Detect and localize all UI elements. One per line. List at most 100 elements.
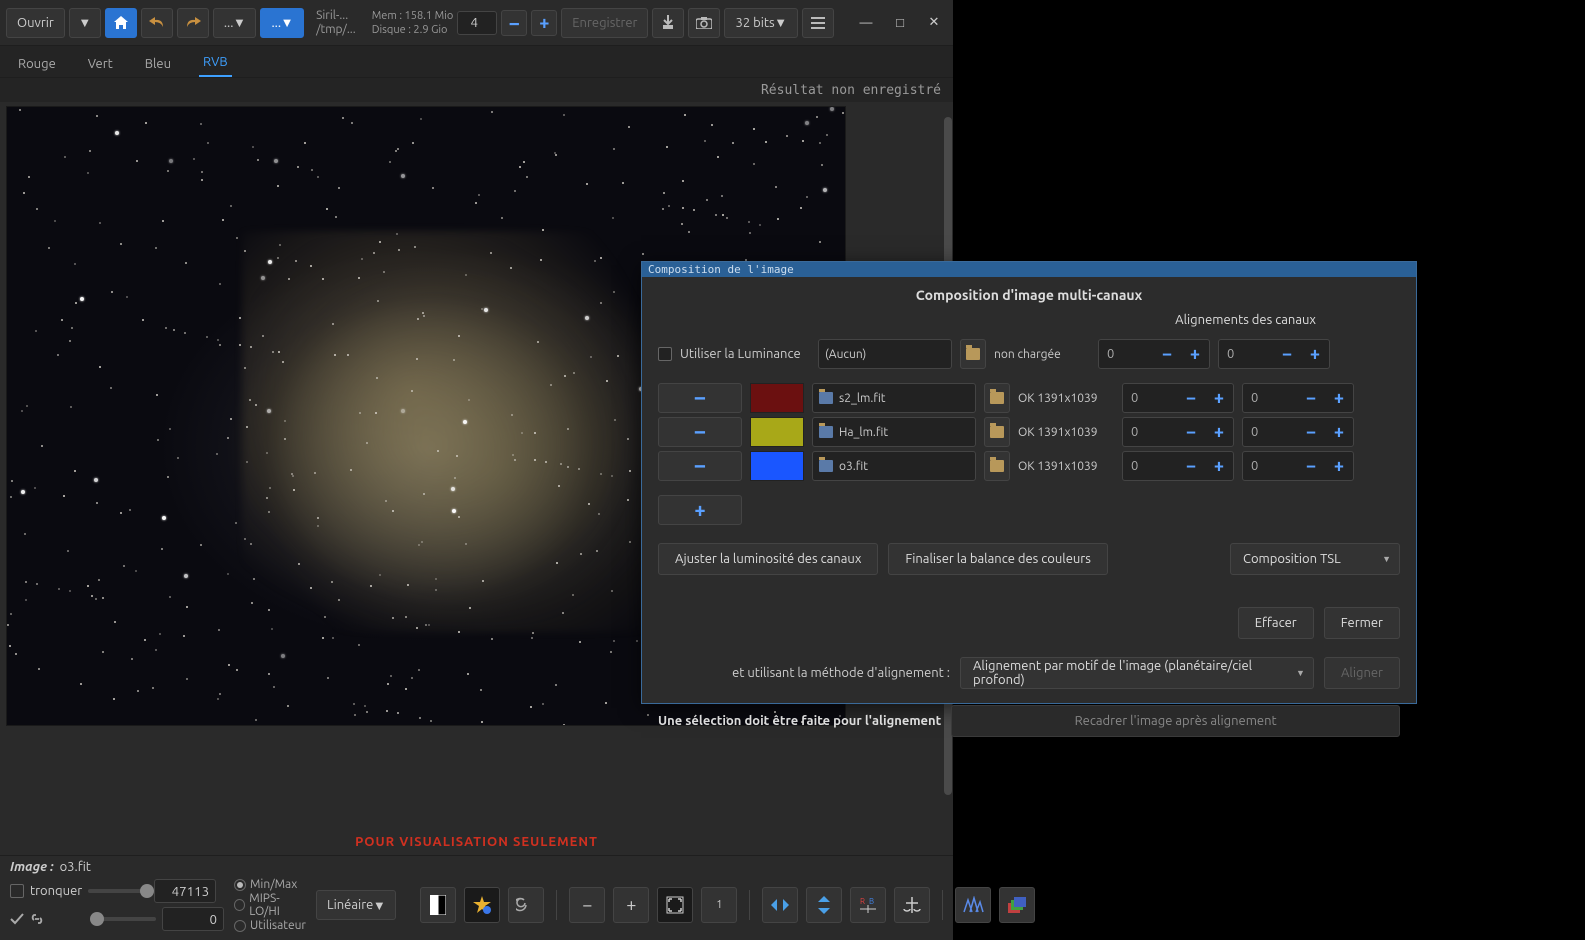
plus-icon[interactable]: + [1301,340,1329,368]
radio-minmax[interactable] [234,879,246,891]
channel-browse-button[interactable] [984,417,1010,447]
close-dialog-button[interactable]: Fermer [1324,607,1400,639]
spiral-button[interactable] [508,887,544,923]
channel-spin-x[interactable]: −+ [1122,451,1234,481]
add-channel-button[interactable]: + [658,495,742,525]
minus-icon[interactable]: − [1177,384,1205,412]
close-window-button[interactable]: ✕ [921,10,947,36]
use-luminance-checkbox[interactable] [658,347,672,361]
zoom-out-button[interactable]: − [569,887,605,923]
home-button[interactable] [105,8,137,38]
hi-value[interactable] [154,879,216,903]
plus-icon[interactable]: + [1325,384,1353,412]
menu2-button[interactable]: ... ▼ [260,8,304,38]
channel-spin-y-value[interactable] [1243,459,1297,473]
align-method-select[interactable]: Alignement par motif de l'image (planéta… [960,657,1314,689]
remove-channel-button[interactable]: − [658,417,742,447]
luminance-file-field[interactable]: (Aucun) [818,339,952,369]
zoom-fit-button[interactable] [657,887,693,923]
lum-spin-x[interactable]: −+ [1098,339,1210,369]
tab-rouge[interactable]: Rouge [14,51,60,77]
flip-h-button[interactable] [762,887,798,923]
lum-spin-x-value[interactable] [1099,347,1153,361]
scale-input[interactable] [457,11,497,35]
plus-icon[interactable]: + [1181,340,1209,368]
truncate-checkbox[interactable] [10,884,24,898]
channel-browse-button[interactable] [984,383,1010,413]
finalize-color-button[interactable]: Finaliser la balance des couleurs [888,543,1107,575]
minus-icon[interactable]: − [1297,384,1325,412]
adjust-luminosity-button[interactable]: Ajuster la luminosité des canaux [658,543,878,575]
zoom-in-button[interactable]: + [613,887,649,923]
channel-file-field[interactable]: o3.fit [812,451,976,481]
remove-channel-button[interactable]: − [658,451,742,481]
minus-icon[interactable]: − [1177,418,1205,446]
channel-file-field[interactable]: s2_lm.fit [812,383,976,413]
channel-spin-x[interactable]: −+ [1122,383,1234,413]
minus-icon[interactable]: − [1273,340,1301,368]
minus-icon[interactable]: − [1177,452,1205,480]
channel-spin-y[interactable]: −+ [1242,383,1354,413]
export-button[interactable] [652,8,684,38]
recrop-button[interactable]: Recadrer l'image après alignement [951,705,1400,737]
lo-slider[interactable] [96,917,156,921]
channel-browse-button[interactable] [984,451,1010,481]
remove-channel-button[interactable]: − [658,383,742,413]
channel-spin-y[interactable]: −+ [1242,451,1354,481]
layers-button[interactable] [999,887,1035,923]
lum-spin-y[interactable]: −+ [1218,339,1330,369]
radio-user[interactable] [234,920,246,932]
plus-icon[interactable]: + [1325,418,1353,446]
hamburger-button[interactable] [802,8,834,38]
composition-mode-select[interactable]: Composition TSL [1230,543,1400,575]
tab-bleu[interactable]: Bleu [141,51,175,77]
channel-spin-y-value[interactable] [1243,391,1297,405]
rgb-align-button[interactable]: RB [850,887,886,923]
luminance-browse[interactable] [960,339,986,369]
plus-icon[interactable]: + [1205,418,1233,446]
lo-value[interactable] [162,907,224,931]
lum-spin-y-value[interactable] [1219,347,1273,361]
channel-color-swatch[interactable] [750,383,804,413]
open-dropdown[interactable]: ▼ [69,8,101,38]
channel-spin-y[interactable]: −+ [1242,417,1354,447]
flip-v-button[interactable] [806,887,842,923]
undo-button[interactable] [141,8,173,38]
minimize-button[interactable]: — [853,10,879,36]
tab-vert[interactable]: Vert [84,51,117,77]
channel-color-swatch[interactable] [750,417,804,447]
channel-file-field[interactable]: Ha_lm.fit [812,417,976,447]
plus-icon[interactable]: + [1205,452,1233,480]
balance-button[interactable] [894,887,930,923]
channel-spin-x-value[interactable] [1123,459,1177,473]
scale-plus[interactable]: + [531,10,557,36]
star-button[interactable] [464,887,500,923]
maximize-button[interactable]: □ [887,10,913,36]
channel-color-swatch[interactable] [750,451,804,481]
invert-button[interactable] [420,887,456,923]
menu1-button[interactable]: ... ▼ [213,8,257,38]
hi-slider[interactable] [88,889,148,893]
channel-spin-x-value[interactable] [1123,425,1177,439]
histogram-button[interactable] [955,887,991,923]
minus-icon[interactable]: − [1297,452,1325,480]
radio-mips[interactable] [234,899,245,911]
minus-icon[interactable]: − [1153,340,1181,368]
tab-rvb[interactable]: RVB [199,49,232,77]
plus-icon[interactable]: + [1325,452,1353,480]
channel-spin-x[interactable]: −+ [1122,417,1234,447]
open-button[interactable]: Ouvrir [6,8,65,38]
channel-spin-y-value[interactable] [1243,425,1297,439]
scale-minus[interactable]: − [501,10,527,36]
minus-icon[interactable]: − [1297,418,1325,446]
zoom-100-button[interactable]: 1 [701,887,737,923]
plus-icon[interactable]: + [1205,384,1233,412]
erase-button[interactable]: Effacer [1238,607,1314,639]
redo-button[interactable] [177,8,209,38]
channel-spin-x-value[interactable] [1123,391,1177,405]
stretch-select[interactable]: Linéaire▼ [316,890,396,920]
save-button[interactable]: Enregistrer [561,8,648,38]
bits-select[interactable]: 32 bits ▼ [724,8,797,38]
align-button[interactable]: Aligner [1324,657,1400,689]
snapshot-button[interactable] [688,8,720,38]
